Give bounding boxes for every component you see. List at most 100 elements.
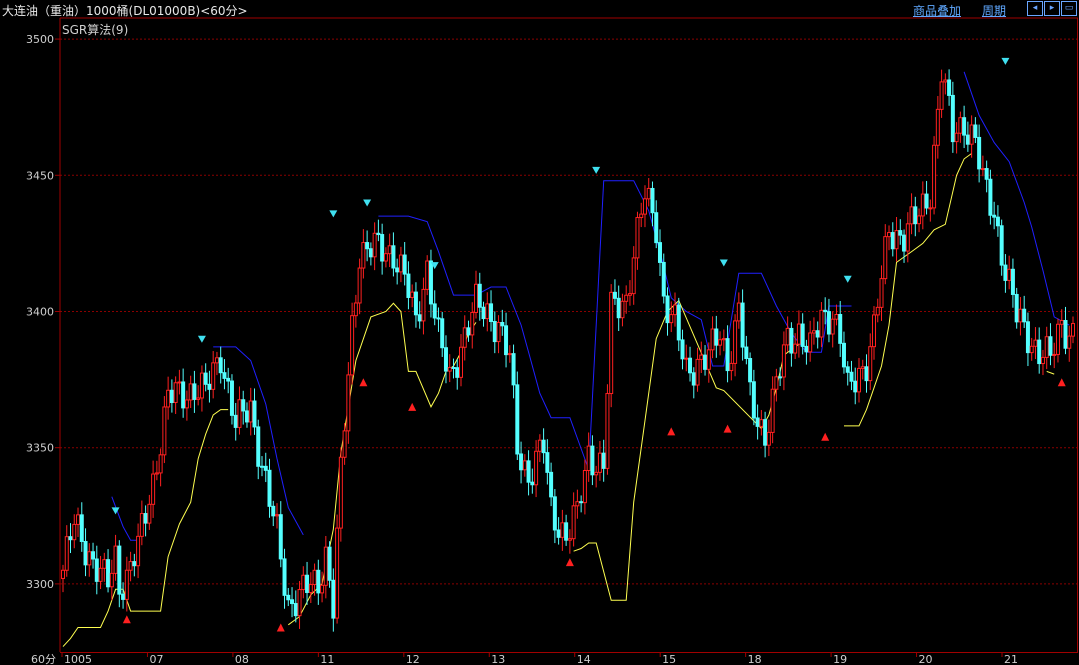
- candle: [736, 292, 741, 329]
- candle: [1010, 258, 1015, 308]
- candle: [1040, 349, 1045, 376]
- candle: [72, 514, 77, 549]
- candle: [841, 331, 846, 374]
- candle-body: [211, 362, 216, 390]
- candle: [534, 440, 539, 498]
- candle: [620, 293, 625, 327]
- candle: [263, 452, 268, 483]
- candle-body: [98, 567, 103, 582]
- x-tick-label: 21: [1004, 653, 1018, 665]
- candle-body: [320, 584, 325, 594]
- candle-body: [496, 321, 501, 343]
- price-chart[interactable]: 3300 3350 3400 3450 3500 60分 1005 07 08 11 12 13 14…: [0, 0, 1079, 665]
- candle-body: [252, 400, 257, 428]
- candle: [192, 370, 197, 413]
- candle-body: [530, 481, 535, 486]
- candle-body: [410, 291, 415, 298]
- candle: [477, 272, 482, 321]
- upper-band-line: [111, 496, 139, 541]
- candle: [973, 117, 978, 144]
- candle: [413, 282, 418, 328]
- candle: [297, 581, 302, 629]
- candle-body: [113, 545, 118, 574]
- candle-body: [699, 354, 704, 360]
- candle: [357, 258, 362, 315]
- candle: [1044, 326, 1049, 370]
- candle: [590, 435, 595, 486]
- x-tick-label: 1005: [64, 653, 92, 665]
- x-tick-label: 15: [662, 653, 676, 665]
- candle-body: [917, 215, 922, 225]
- x-axis-labels: 60分 1005 07 08 11 12 13 14 15 18 19 20 21: [31, 653, 1018, 665]
- candle: [1014, 287, 1019, 329]
- candle-body: [868, 346, 873, 382]
- candle: [301, 566, 306, 599]
- candle: [1067, 325, 1072, 362]
- candle-body: [695, 358, 700, 386]
- candle-body: [383, 253, 388, 262]
- candle: [361, 229, 366, 279]
- candle: [639, 202, 644, 228]
- candle-body: [781, 344, 786, 378]
- candle-body: [890, 232, 895, 250]
- upper-band-line: [378, 180, 852, 470]
- candle-body: [121, 593, 126, 600]
- candle-body: [691, 372, 696, 386]
- candle-body: [718, 339, 723, 346]
- candle-body: [1014, 293, 1019, 323]
- candle-body: [1052, 353, 1057, 356]
- candle-body: [796, 323, 801, 345]
- candle-body: [237, 399, 242, 428]
- candle-body: [451, 366, 456, 369]
- candle: [106, 549, 111, 593]
- candle: [395, 258, 400, 285]
- buy-signal-marker: [1057, 378, 1066, 387]
- candle-body: [909, 206, 914, 225]
- candle: [1022, 295, 1027, 328]
- candle-body: [864, 366, 869, 382]
- candle: [481, 301, 486, 327]
- buy-signal-marker: [276, 623, 285, 632]
- candle: [113, 534, 118, 581]
- candle-body: [173, 382, 178, 404]
- candle-body: [965, 134, 970, 145]
- candle-body: [823, 309, 828, 313]
- y-tick-label: 3300: [26, 578, 54, 591]
- candle: [323, 535, 328, 599]
- candle: [376, 219, 381, 242]
- candle-body: [736, 302, 741, 322]
- candle-body: [1037, 339, 1042, 365]
- candle: [169, 379, 174, 413]
- candle-body: [466, 327, 471, 336]
- candle: [256, 419, 261, 480]
- candle: [826, 298, 831, 343]
- candle-body: [567, 538, 572, 541]
- candle-body: [770, 388, 775, 433]
- candle: [320, 571, 325, 603]
- candle-body: [143, 513, 148, 524]
- candle-body: [290, 599, 295, 605]
- candle: [939, 69, 944, 118]
- candle-body: [192, 383, 197, 400]
- candle-body: [860, 366, 865, 369]
- candle: [147, 494, 152, 530]
- candle: [567, 529, 572, 554]
- candle-body: [147, 503, 152, 524]
- candle-body: [1070, 323, 1076, 337]
- candle-body: [856, 367, 861, 393]
- candle-body: [924, 193, 929, 209]
- candle-body: [526, 460, 531, 483]
- candle-body: [458, 346, 463, 378]
- candle-body: [838, 314, 843, 344]
- candle: [474, 270, 479, 319]
- x-tick-label: 08: [235, 653, 249, 665]
- candle-body: [665, 295, 670, 324]
- candle-body: [297, 589, 302, 617]
- candle-body: [511, 353, 516, 386]
- candle-body: [282, 558, 287, 596]
- candle: [1029, 337, 1034, 361]
- candle-body: [481, 306, 486, 320]
- candle-body: [943, 79, 948, 83]
- candle: [383, 247, 388, 268]
- candle: [428, 249, 433, 318]
